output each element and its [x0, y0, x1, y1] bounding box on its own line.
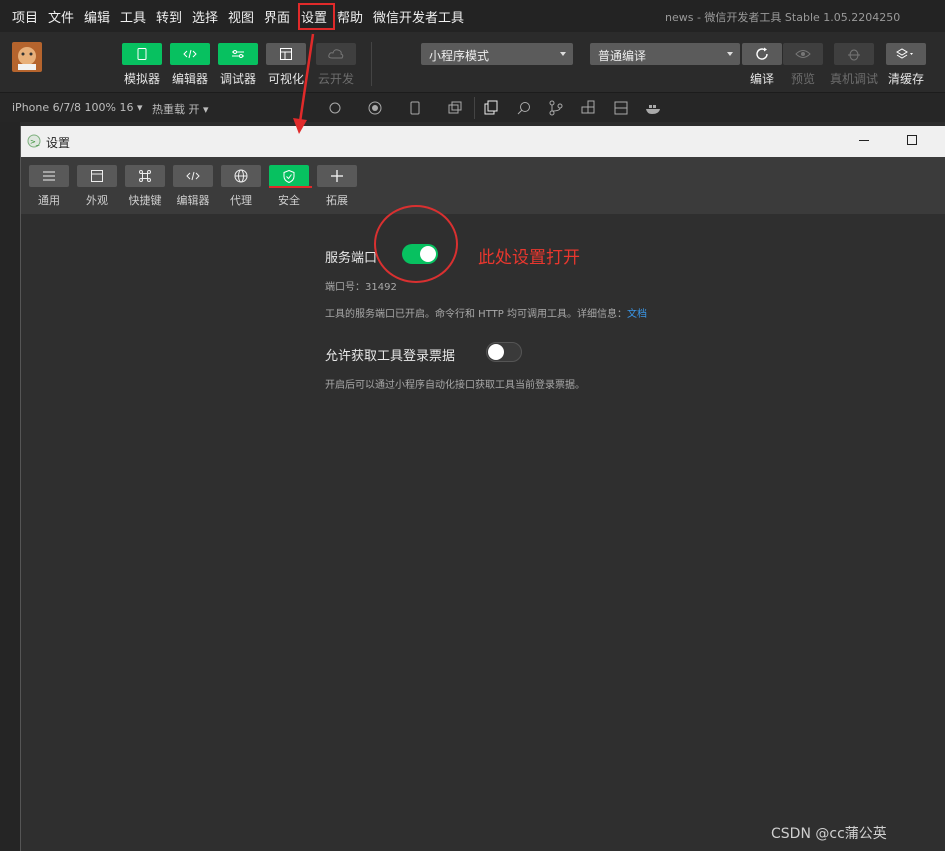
security-tab-underline: [269, 186, 312, 188]
annotation-arrow: [293, 33, 315, 134]
toggle-highlight-circle: [374, 205, 458, 283]
watermark: CSDN @cc蒲公英: [771, 826, 887, 842]
annotation-text: 此处设置打开: [478, 248, 580, 268]
